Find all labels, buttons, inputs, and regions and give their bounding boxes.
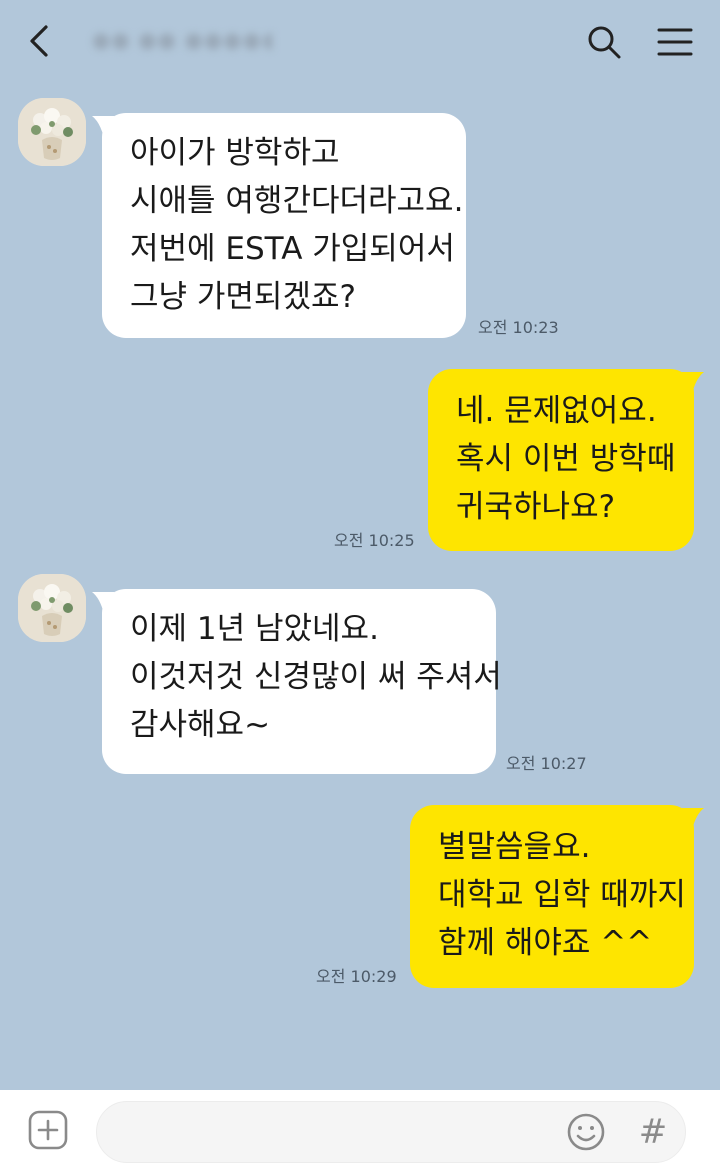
message-line: 시애틀 여행간다더라고요. — [130, 183, 464, 219]
hash-icon[interactable]: # — [636, 1112, 670, 1152]
emoji-button[interactable] — [566, 1112, 606, 1152]
avatar-flower-vase-icon — [18, 98, 86, 166]
avatar[interactable] — [18, 98, 86, 166]
message-time: 오전 10:25 — [334, 531, 415, 550]
message-bubble-outgoing[interactable]: 네. 문제없어요. 혹시 이번 방학때 귀국하나요? — [428, 369, 694, 551]
attach-button[interactable] — [28, 1110, 68, 1150]
message-bubble-outgoing[interactable]: 별말씀을요. 대학교 입학 때까지 함께 해야죠 ^^ — [410, 805, 694, 988]
emoji-icon — [567, 1113, 605, 1151]
chat-header: ●● ●● ●●●●●● ●● — [0, 0, 720, 82]
message-time: 오전 10:23 — [478, 318, 559, 337]
message-line: 혹시 이번 방학때 — [456, 441, 676, 477]
message-bubble-incoming[interactable]: 이제 1년 남았네요. 이것저것 신경많이 써 주셔서 감사해요~ — [102, 589, 502, 774]
message-time: 오전 10:29 — [316, 967, 397, 986]
back-button[interactable] — [22, 22, 58, 60]
message-line: 저번에 ESTA 가입되어서 — [130, 231, 455, 267]
message-line: 대학교 입학 때까지 — [438, 877, 686, 913]
plus-icon — [28, 1110, 68, 1150]
search-button[interactable] — [584, 22, 624, 62]
message-line: 아이가 방학하고 — [130, 135, 340, 171]
message-line: 감사해요~ — [130, 707, 271, 743]
message-bubble-incoming[interactable]: 아이가 방학하고 시애틀 여행간다더라고요. 저번에 ESTA 가입되어서 그냥… — [102, 113, 466, 338]
message-line: 함께 해야죠 ^^ — [438, 925, 653, 961]
message-time: 오전 10:27 — [506, 754, 587, 773]
menu-button[interactable] — [654, 22, 696, 62]
message-line: 별말씀을요. — [438, 829, 591, 865]
message-line: 네. 문제없어요. — [456, 393, 657, 429]
search-icon — [588, 26, 621, 59]
chat-title-blurred: ●● ●● ●●●●●● ●● — [92, 28, 272, 52]
message-line: 이제 1년 남았네요. — [130, 611, 379, 647]
menu-icon — [657, 28, 693, 56]
back-arrow-icon — [30, 25, 48, 57]
message-line: 귀국하나요? — [456, 489, 616, 525]
avatar-flower-vase-icon — [18, 574, 86, 642]
message-line: 이것저것 신경많이 써 주셔서 — [130, 659, 502, 695]
avatar[interactable] — [18, 574, 86, 642]
message-line: 그냥 가면되겠죠? — [130, 279, 356, 315]
